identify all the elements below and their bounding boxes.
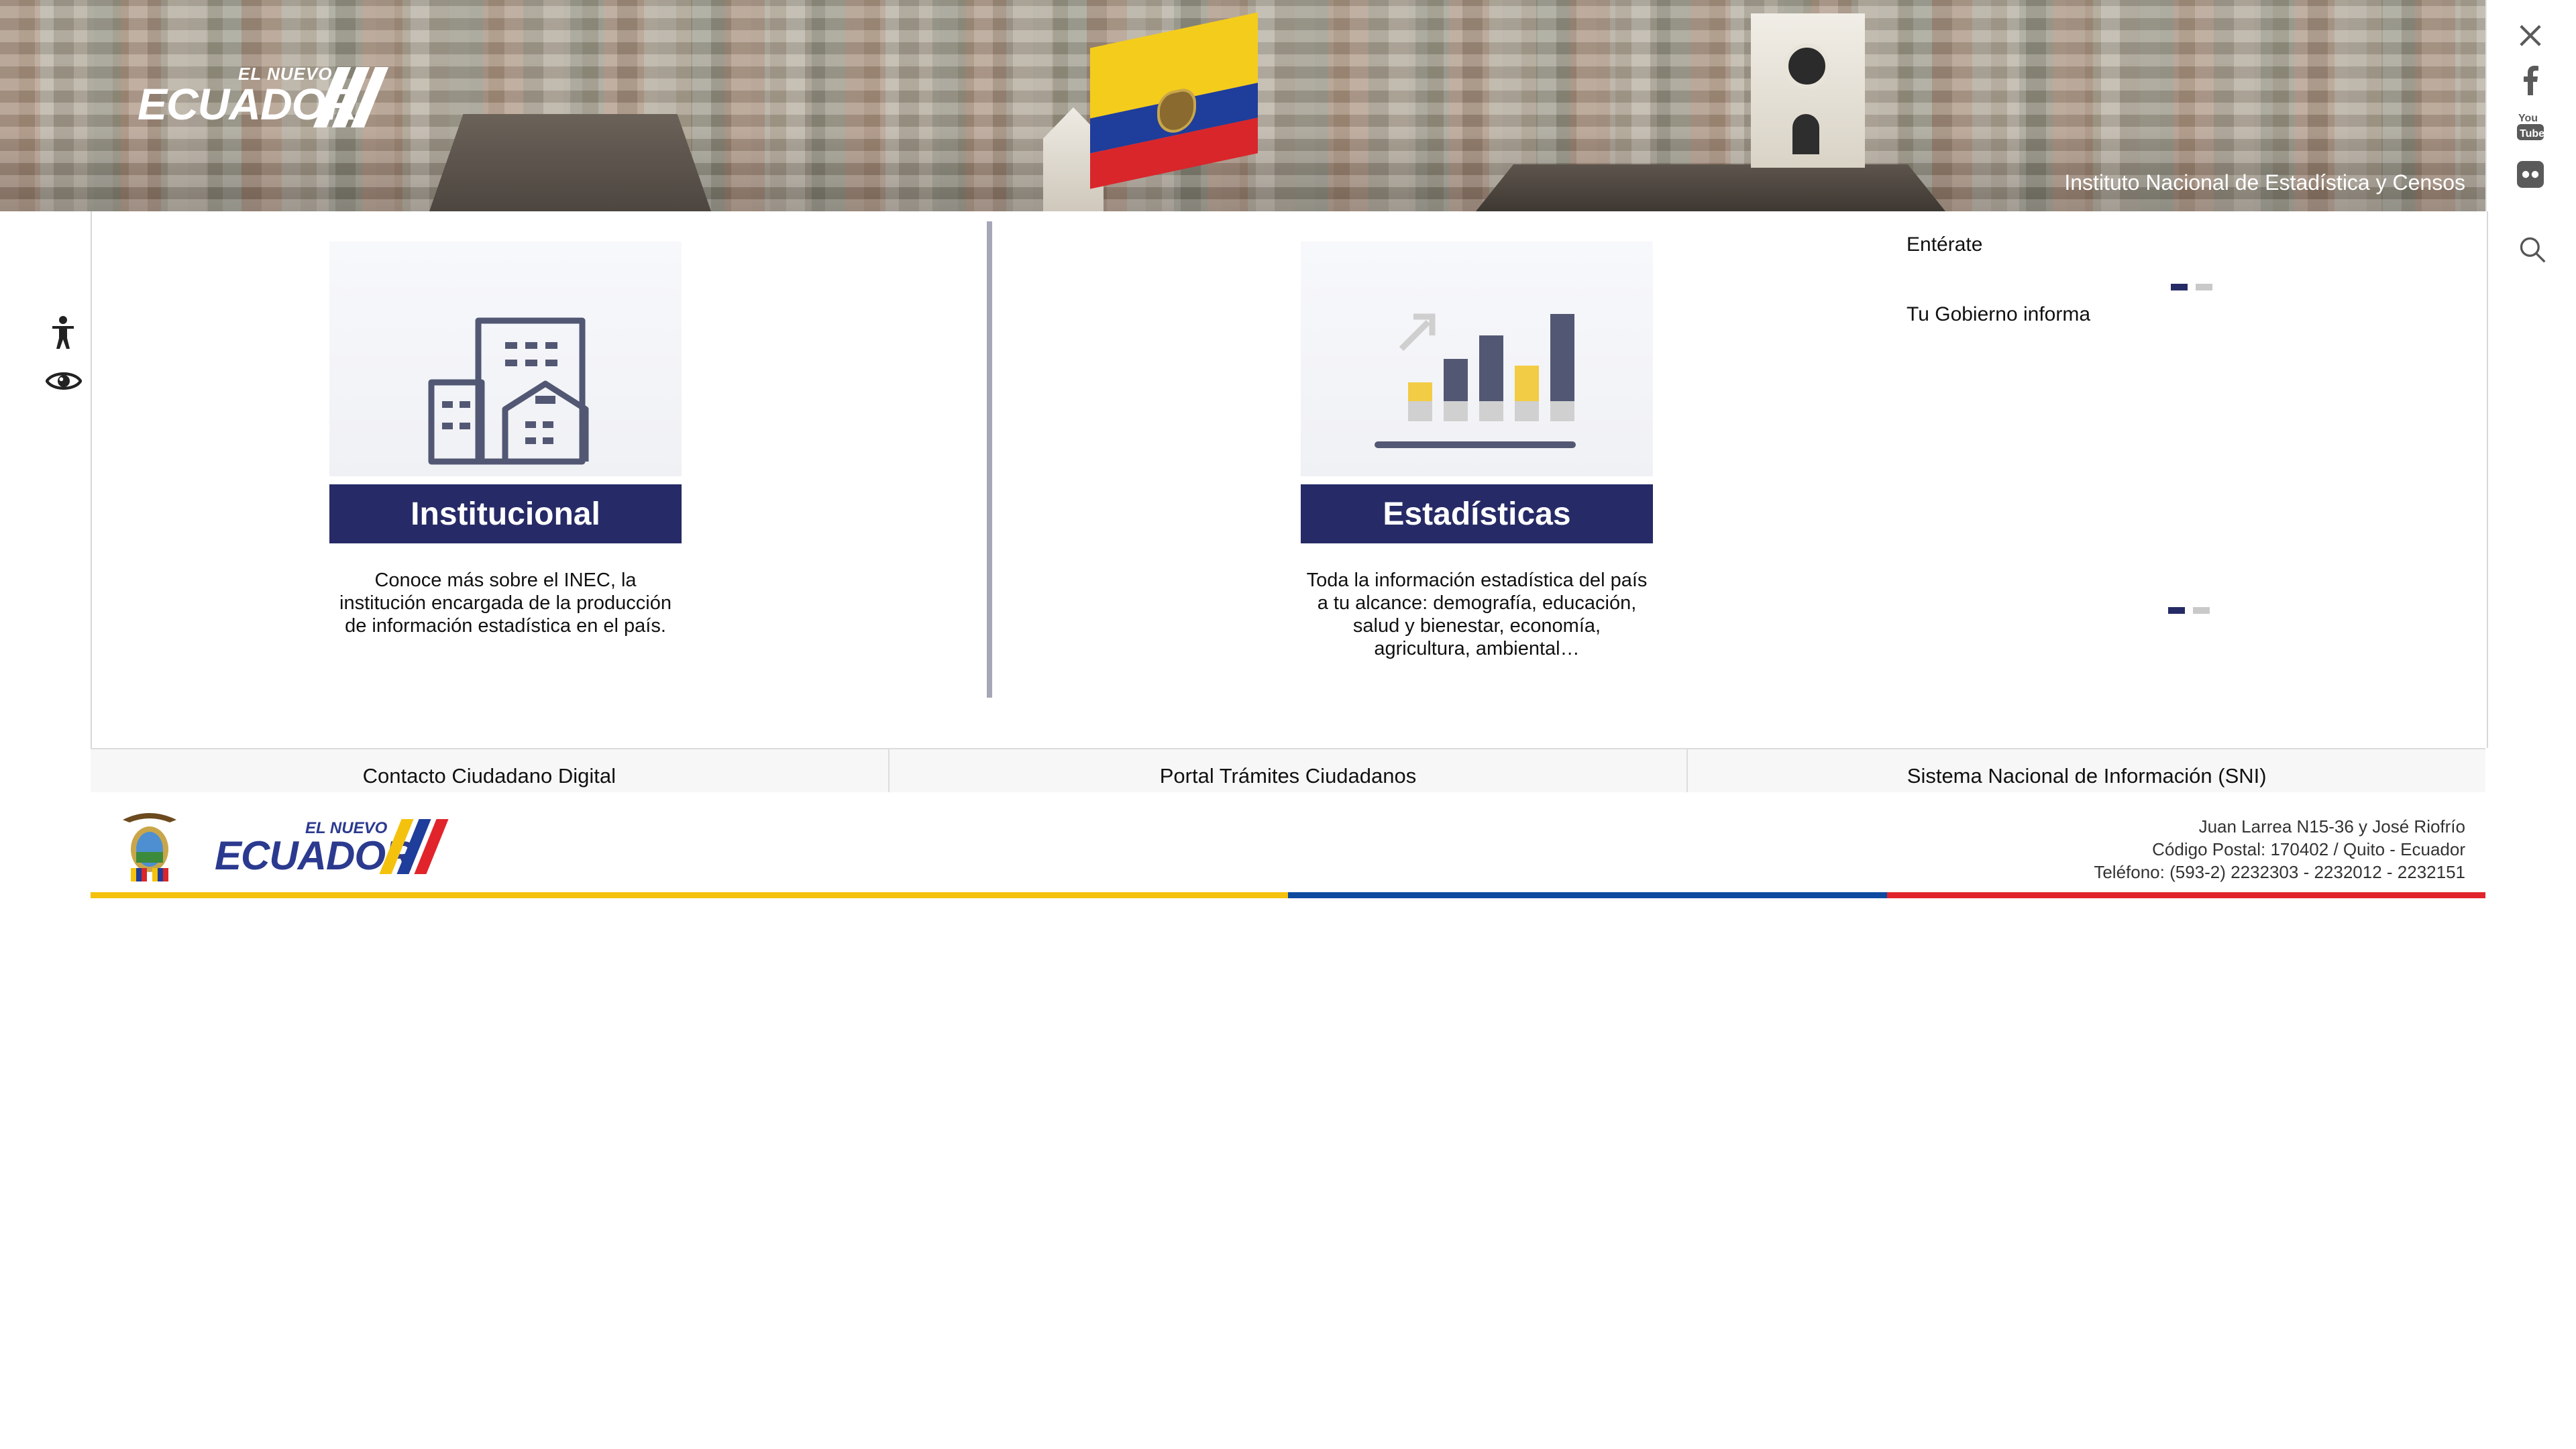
svg-text:Tube: Tube — [2520, 128, 2544, 140]
link-portal-tramites[interactable]: Portal Trámites Ciudadanos — [890, 749, 1688, 792]
card-description-institucional: Conoce más sobre el INEC, la institución… — [339, 570, 672, 637]
card-estadisticas[interactable]: Estadísticas Toda la información estadís… — [1301, 241, 1653, 660]
svg-text:You: You — [2518, 113, 2538, 124]
link-contacto-ciudadano[interactable]: Contacto Ciudadano Digital — [91, 749, 890, 792]
flickr-icon[interactable] — [2514, 158, 2547, 191]
coat-of-arms-icon — [116, 809, 183, 883]
institucional-illustration — [329, 241, 682, 476]
footer-ecuador-logo[interactable]: EL NUEVO ECUADOR — [215, 819, 449, 879]
youtube-icon[interactable]: You Tube — [2514, 109, 2547, 143]
footer-address: Juan Larrea N15-36 y José Riofrío Código… — [2094, 815, 2465, 883]
carousel-dot-active[interactable] — [2171, 284, 2188, 290]
quick-links-bar: Contacto Ciudadano Digital Portal Trámit… — [91, 748, 2485, 794]
address-postal: Código Postal: 170402 / Quito - Ecuador — [2152, 839, 2465, 859]
gobierno-carousel-dots — [2168, 605, 2218, 617]
logo-stripes — [313, 67, 389, 127]
footer: EL NUEVO ECUADOR Juan Larrea N15-36 y Jo… — [91, 792, 2485, 893]
accessibility-person-icon[interactable] — [50, 315, 76, 354]
tu-gobierno-informa-heading: Tu Gobierno informa — [1907, 303, 2091, 325]
tower-arch — [1792, 114, 1819, 154]
social-rail: You Tube — [2485, 0, 2576, 211]
header-banner: EL NUEVO ECUADOR Instituto Nacional de E… — [0, 0, 2485, 211]
main-content: Institucional Conoce más sobre el INEC, … — [91, 211, 2488, 748]
search-icon[interactable] — [2518, 235, 2546, 263]
enterate-heading: Entérate — [1907, 233, 1983, 256]
card-title-estadisticas: Estadísticas — [1301, 484, 1653, 543]
vertical-divider — [987, 221, 992, 698]
building-icon — [428, 317, 589, 465]
link-sistema-nacional-informacion[interactable]: Sistema Nacional de Información (SNI) — [1688, 749, 2485, 792]
carousel-dot[interactable] — [2193, 607, 2210, 614]
carousel-dot[interactable] — [2196, 284, 2212, 290]
bar-chart-icon — [1375, 313, 1576, 448]
estadisticas-illustration — [1301, 241, 1653, 476]
card-description-estadisticas: Toda la información estadística del país… — [1306, 570, 1648, 659]
address-street: Juan Larrea N15-36 y José Riofrío — [2198, 816, 2465, 837]
facebook-icon[interactable] — [2514, 64, 2547, 97]
eye-icon[interactable] — [45, 369, 83, 396]
el-nuevo-ecuador-logo[interactable]: EL NUEVO ECUADOR — [138, 64, 389, 131]
banner-photo-roof-right — [1476, 164, 1945, 211]
banner-photo-clock-tower — [1751, 13, 1865, 168]
card-title-institucional: Institucional — [329, 484, 682, 543]
x-icon[interactable] — [2514, 19, 2547, 52]
tricolor-stripe — [91, 892, 2485, 898]
site-title: Instituto Nacional de Estadística y Cens… — [2064, 170, 2465, 195]
carousel-dot-active[interactable] — [2168, 607, 2185, 614]
banner-photo-roof — [429, 114, 711, 211]
address-phone: Teléfono: (593-2) 2232303 - 2232012 - 22… — [2094, 862, 2465, 882]
enterate-carousel-dots — [2171, 282, 2220, 294]
right-rail — [2485, 211, 2576, 902]
card-institucional[interactable]: Institucional Conoce más sobre el INEC, … — [329, 241, 682, 637]
clock-face — [1784, 44, 1829, 89]
page: EL NUEVO ECUADOR Instituto Nacional de E… — [0, 0, 2576, 1449]
accessibility-tools — [40, 315, 87, 416]
